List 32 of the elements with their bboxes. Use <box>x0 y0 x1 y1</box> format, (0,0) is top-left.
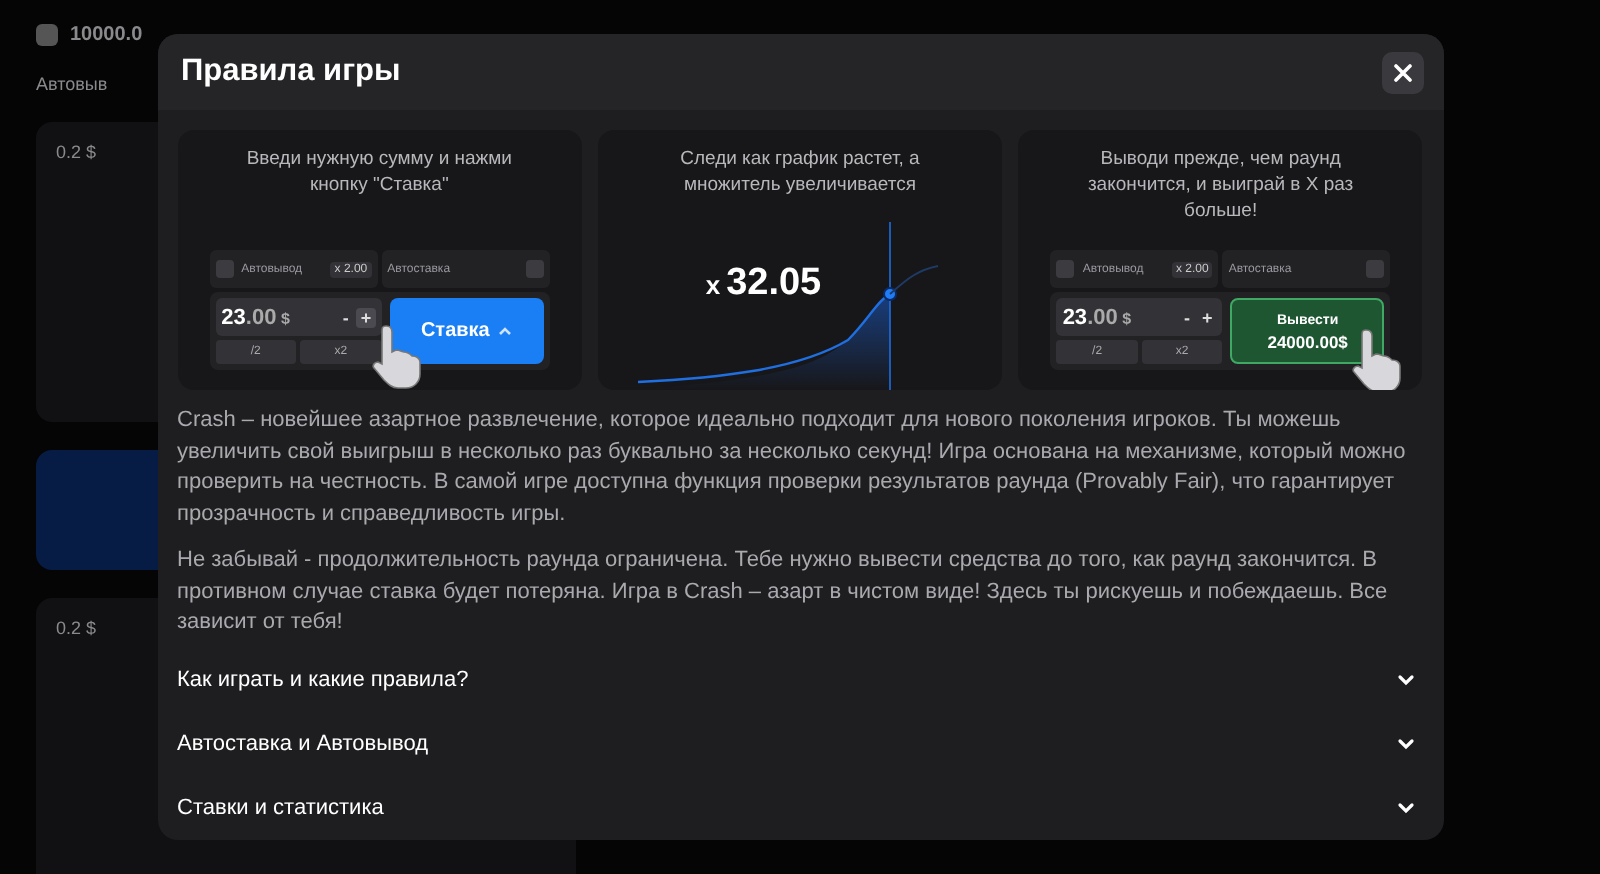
close-icon <box>1393 63 1411 81</box>
step-caption: Введи нужную сумму и нажми кнопку "Ставка" <box>244 146 514 198</box>
amount-text: 0.2 $ <box>56 618 97 638</box>
bet-button[interactable]: Ставка <box>389 298 544 364</box>
multiplier-readout: x 32.05 <box>705 262 822 306</box>
chevron-icon <box>1395 733 1415 753</box>
checkbox[interactable] <box>525 260 544 278</box>
wallet-icon <box>36 24 58 46</box>
checkbox[interactable] <box>1366 260 1385 278</box>
chevron-icon <box>1395 669 1415 689</box>
accordion-header[interactable]: Как играть и какие правила? <box>177 667 1423 691</box>
dialog-title: Правила игры <box>181 54 401 90</box>
amount-text: 0.2 $ <box>56 142 97 162</box>
balance-text: 10000.0 <box>70 24 143 46</box>
minus-button[interactable]: - <box>1180 307 1195 327</box>
accordion-header[interactable]: Ставки и статистика <box>177 795 1423 819</box>
close-button[interactable] <box>1381 51 1423 93</box>
chevron-icon <box>1395 797 1415 817</box>
minus-button[interactable]: - <box>338 307 353 327</box>
plus-button[interactable]: + <box>356 307 376 327</box>
option-label: Автовыв <box>36 74 108 94</box>
step-caption: Следи как график растет, а множитель увеличивается <box>678 146 922 198</box>
caret-icon <box>497 326 512 336</box>
amount-field[interactable]: 23.00 $ - + <box>1056 298 1223 336</box>
accordion-header[interactable]: Автоставка и Автовывод <box>177 731 1423 755</box>
amount-field[interactable]: 23.00 $ - + <box>215 298 382 336</box>
rules-paragraph: Crash – новейшее азартное развлечение, которое идеально подходит для нового поколения игроков. Ты можешь увеличить свой выигрыш в несколько раз буквально за несколько секунд! Игра основана на механизме, который можно проверить на честность. В самой игре доступна функция проверки результатов раунда (Provably Fair), что гарантирует прозрачность и справедливость игры. <box>177 406 1408 529</box>
checkbox[interactable] <box>215 260 234 278</box>
rules-paragraph: Не забывай - продолжительность раунда ограничена. Тебе нужно вывести средства до того, как раунд закончится. В противном случае ставка будет потеряна. Игра в Crash – азарт в чистом виде! Здесь ты рискуешь и побеждаешь. Все зависит от тебя! <box>177 546 1390 638</box>
step-caption: Выводи прежде, чем раунд закончится, и выиграй в X раз больше! <box>1085 146 1356 224</box>
plus-button[interactable]: + <box>1198 307 1217 327</box>
checkbox[interactable] <box>1056 260 1075 278</box>
